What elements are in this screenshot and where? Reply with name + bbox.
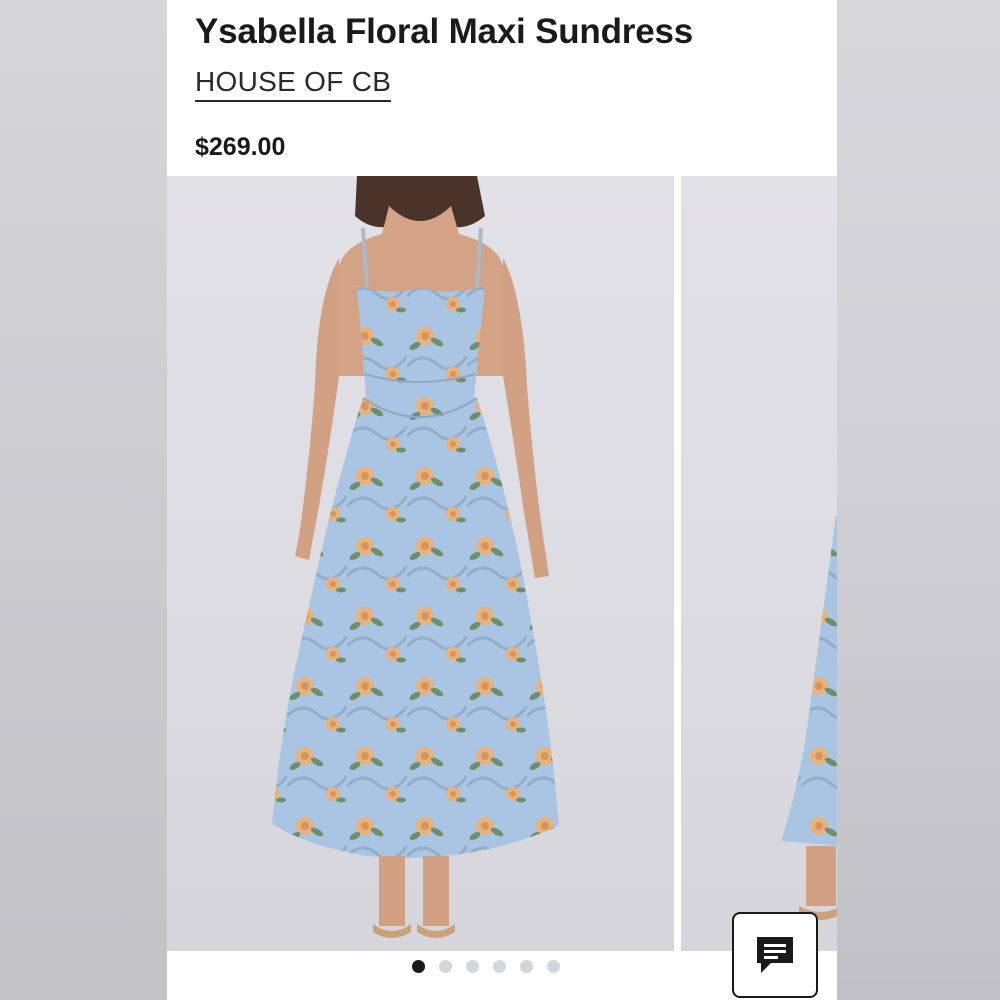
product-card: Ysabella Floral Maxi Sundress HOUSE OF C… [167, 0, 837, 1000]
backdrop-right [837, 0, 1000, 1000]
backdrop-left [0, 0, 167, 1000]
product-image-2[interactable] [681, 176, 837, 951]
image-gallery[interactable] [167, 176, 837, 951]
dress-illustration [272, 176, 559, 938]
carousel-dot-3[interactable] [466, 960, 479, 973]
chat-bubble-icon [757, 937, 793, 973]
chat-button[interactable] [732, 912, 818, 998]
product-image-1[interactable] [167, 176, 674, 951]
carousel-dot-6[interactable] [547, 960, 560, 973]
carousel-dot-1[interactable] [412, 960, 425, 973]
brand-link[interactable]: HOUSE OF CB [195, 66, 392, 102]
carousel-dots [412, 960, 560, 973]
product-price: $269.00 [195, 133, 286, 161]
carousel-dot-2[interactable] [439, 960, 452, 973]
product-title: Ysabella Floral Maxi Sundress [195, 12, 694, 51]
carousel-dot-5[interactable] [520, 960, 533, 973]
dress-partial-illustration [781, 516, 837, 920]
carousel-dot-4[interactable] [493, 960, 506, 973]
